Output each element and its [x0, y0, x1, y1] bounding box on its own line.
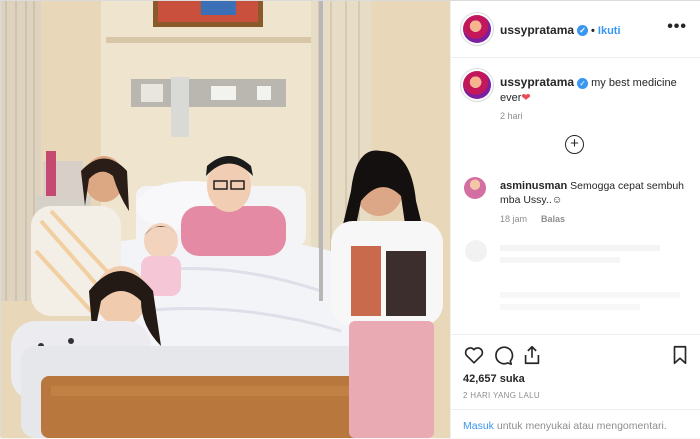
red-heart-emoji: ❤ [521, 92, 531, 104]
hospital-photo-illustration [1, 1, 450, 438]
smile-emoji: ☺ [551, 194, 563, 206]
faded-comment-placeholder [465, 240, 680, 310]
caption-text-block: ussypratama ✓ my best medicine ever❤ [500, 75, 680, 106]
username-link[interactable]: ussypratama [500, 23, 574, 37]
caption-username[interactable]: ussypratama [500, 75, 574, 89]
post-header: ussypratama ✓ • Ikuti ••• [451, 1, 700, 58]
commenter-username[interactable]: asminusman [500, 180, 567, 192]
post-sidebar: ussypratama ✓ • Ikuti ••• ussypratama ✓ my b… [450, 1, 700, 438]
verified-icon: ✓ [577, 25, 589, 37]
post-actions: 42,657 suka 2 HARI YANG LALU Masuk untuk… [451, 334, 700, 439]
load-more-comments-icon[interactable]: + [565, 135, 584, 154]
reply-button[interactable]: Balas [541, 214, 565, 224]
caption-age: 2 hari [500, 111, 523, 121]
login-prompt-text: untuk menyukai atau mengomentari. [496, 420, 667, 432]
follow-button[interactable]: Ikuti [598, 25, 621, 37]
bookmark-icon[interactable] [669, 344, 691, 366]
comment-meta: 18 jam Balas [500, 214, 565, 224]
login-link[interactable]: Masuk [463, 420, 494, 432]
post-photo[interactable] [1, 1, 450, 438]
caption-avatar[interactable] [463, 71, 491, 99]
commenter-avatar[interactable] [464, 177, 486, 199]
instagram-post: ussypratama ✓ • Ikuti ••• ussypratama ✓ my b… [0, 0, 700, 438]
heart-icon[interactable] [463, 344, 485, 366]
comment-age: 18 jam [500, 214, 528, 224]
likes-count[interactable]: 42,657 suka [463, 373, 525, 385]
comment-icon[interactable] [492, 344, 514, 366]
comment-text-block: asminusman Semogga cepat sembuh mba Ussy… [500, 179, 690, 207]
posted-timestamp: 2 HARI YANG LALU [463, 391, 540, 400]
more-options-icon[interactable]: ••• [667, 18, 687, 36]
profile-avatar[interactable] [463, 15, 491, 43]
share-icon[interactable] [521, 344, 543, 366]
login-prompt: Masuk untuk menyukai atau mengomentari. [451, 409, 700, 439]
header-username-row: ussypratama ✓ • Ikuti [500, 23, 621, 37]
separator-dot: • [591, 25, 595, 37]
verified-icon: ✓ [577, 77, 589, 89]
